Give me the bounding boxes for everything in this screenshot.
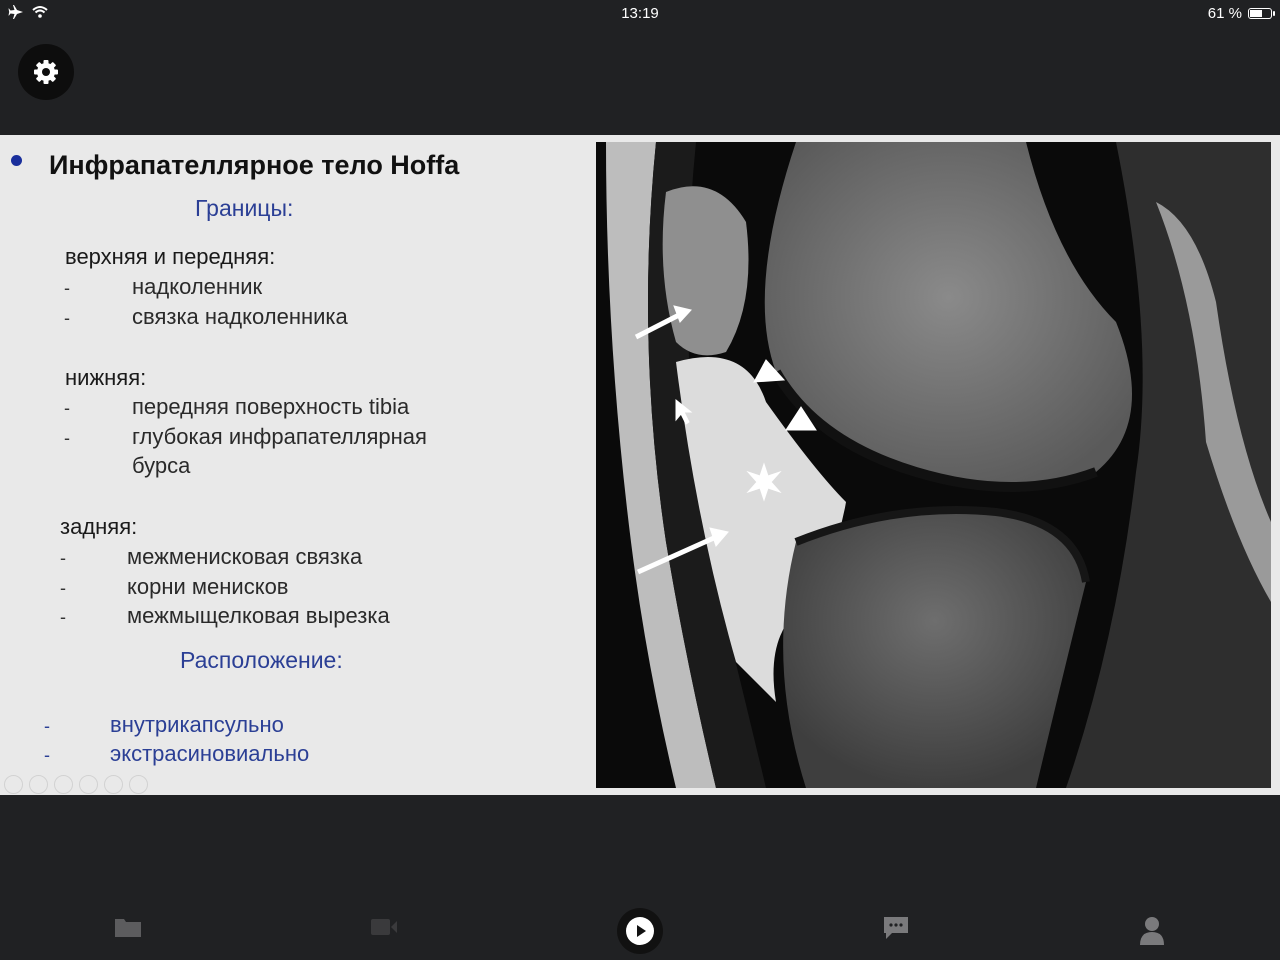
list-dash: - xyxy=(44,716,50,736)
list-dash: - xyxy=(64,428,70,448)
prev-slide-button[interactable] xyxy=(4,775,23,794)
title-bullet xyxy=(11,155,22,166)
folder-icon[interactable] xyxy=(114,915,142,939)
slides-button[interactable] xyxy=(79,775,98,794)
list-dash: - xyxy=(64,278,70,298)
list-dash: - xyxy=(60,578,66,598)
list-item: бурса xyxy=(132,453,191,478)
gear-icon xyxy=(34,60,58,84)
location-heading: Расположение: xyxy=(180,647,343,673)
upper-front-heading: верхняя и передняя: xyxy=(65,244,276,269)
play-icon xyxy=(626,917,654,945)
play-button[interactable] xyxy=(617,908,663,954)
list-item: внутрикапсульно xyxy=(110,712,284,737)
more-button[interactable] xyxy=(129,775,148,794)
list-dash: - xyxy=(60,607,66,627)
settings-button[interactable] xyxy=(18,44,74,100)
chat-icon[interactable] xyxy=(882,915,910,941)
list-item: межменисковая связка xyxy=(127,544,363,569)
list-dash: - xyxy=(44,745,50,765)
list-item: связка надколенника xyxy=(132,304,348,329)
borders-heading: Границы: xyxy=(195,195,294,221)
list-dash: - xyxy=(64,398,70,418)
next-slide-button[interactable] xyxy=(29,775,48,794)
list-item: надколенник xyxy=(132,274,263,299)
list-item: межмыщелковая вырезка xyxy=(127,603,390,628)
list-dash: - xyxy=(64,308,70,328)
posterior-heading: задняя: xyxy=(60,514,138,539)
pen-button[interactable] xyxy=(54,775,73,794)
status-bar: 13:19 61 % xyxy=(0,0,1280,26)
zoom-button[interactable] xyxy=(104,775,123,794)
mri-image xyxy=(596,142,1271,788)
list-dash: - xyxy=(60,548,66,568)
battery-icon xyxy=(1248,8,1275,19)
list-item: передняя поверхность tibia xyxy=(132,394,410,419)
status-time: 13:19 xyxy=(621,5,659,22)
slide-toolbar xyxy=(4,775,148,794)
video-camera-icon[interactable] xyxy=(370,915,398,939)
list-item: корни менисков xyxy=(127,574,289,599)
slide-title: Инфрапателлярное тело Hoffa xyxy=(49,150,460,180)
person-icon[interactable] xyxy=(1138,915,1166,945)
list-item: глубокая инфрапателлярная xyxy=(132,424,427,449)
battery-percent: 61 % xyxy=(1207,5,1242,22)
lower-heading: нижняя: xyxy=(65,365,147,390)
list-item: экстрасиновиально xyxy=(110,741,310,766)
